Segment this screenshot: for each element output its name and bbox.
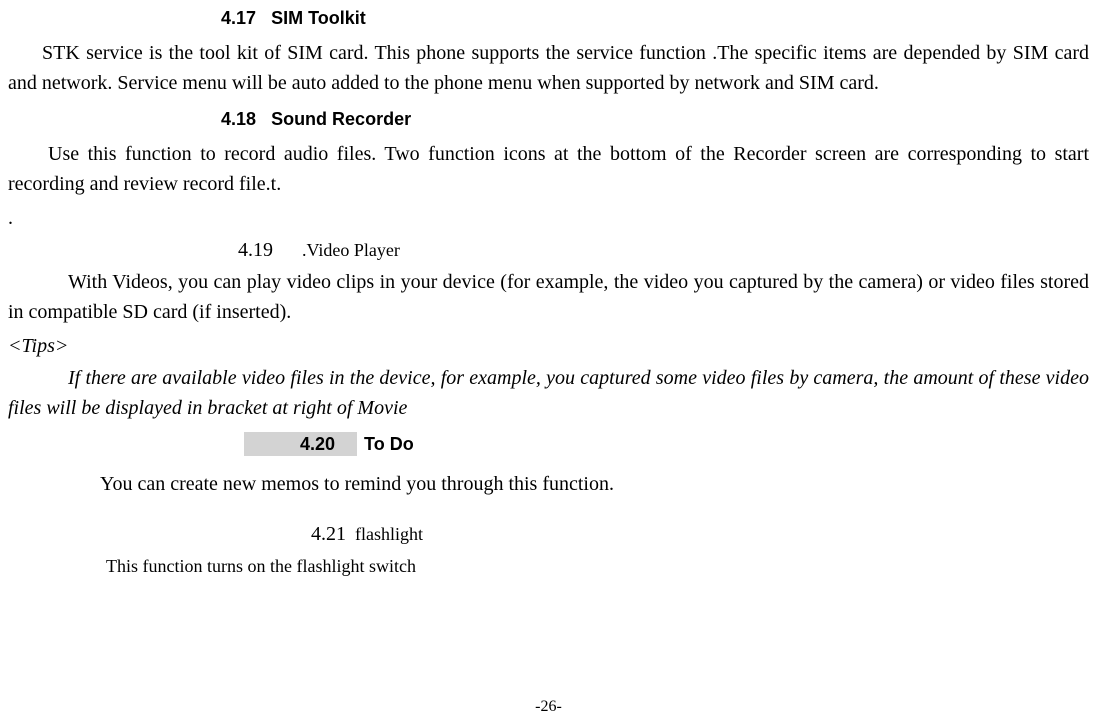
heading-number: 4.17: [221, 8, 256, 28]
paragraph-video-player: With Videos, you can play video clips in…: [8, 267, 1089, 327]
heading-to-do: 4.20 To Do: [244, 429, 1089, 459]
stray-dot: .: [8, 203, 1089, 233]
heading-flashlight: 4.21 flashlight: [311, 519, 1089, 549]
paragraph-flashlight: This function turns on the flashlight sw…: [106, 553, 1089, 580]
heading-sound-recorder: 4.18 Sound Recorder: [221, 106, 1089, 133]
heading-title: Sound Recorder: [271, 109, 411, 129]
heading-title: To Do: [364, 434, 414, 454]
heading-title: flashlight: [355, 524, 423, 544]
paragraph-sound-recorder: Use this function to record audio files.…: [8, 139, 1089, 199]
paragraph-to-do: You can create new memos to remind you t…: [8, 469, 1089, 499]
heading-number: 4.21: [311, 523, 346, 545]
heading-sim-toolkit: 4.17 SIM Toolkit: [221, 5, 1089, 32]
heading-video-player: 4.19 .Video Player: [238, 235, 1089, 265]
heading-number: 4.20: [244, 432, 357, 456]
heading-number: 4.18: [221, 109, 256, 129]
tips-label: <Tips>: [8, 331, 1089, 361]
page-number: -26-: [0, 695, 1097, 719]
heading-title: .Video Player: [302, 240, 400, 260]
tips-body: If there are available video files in th…: [8, 363, 1089, 423]
paragraph-sim-toolkit: STK service is the tool kit of SIM card.…: [8, 38, 1089, 98]
heading-number: 4.19: [238, 239, 273, 261]
heading-title: SIM Toolkit: [271, 8, 366, 28]
